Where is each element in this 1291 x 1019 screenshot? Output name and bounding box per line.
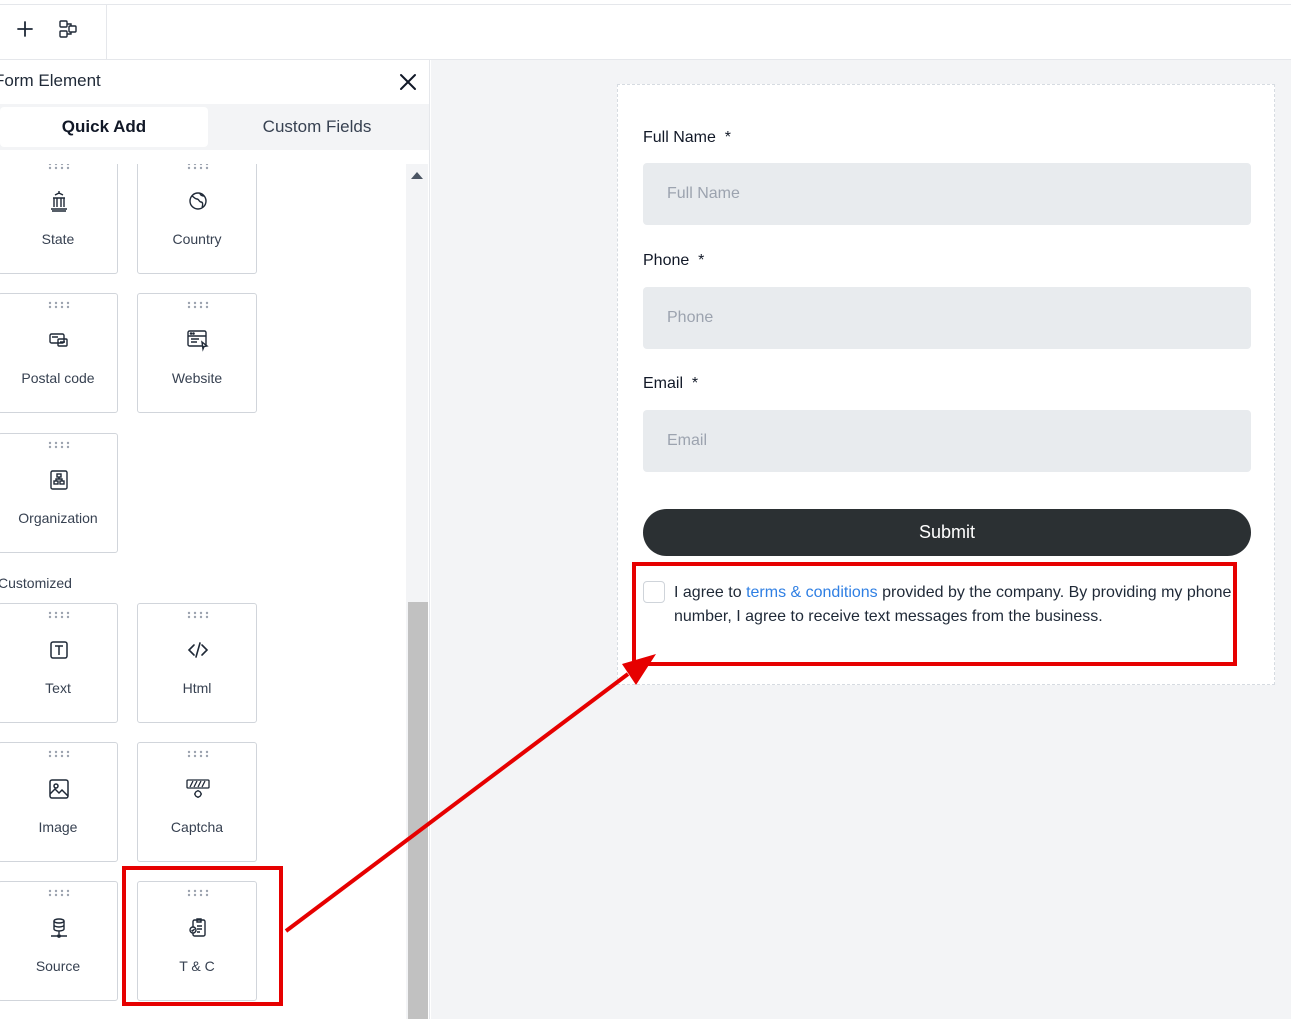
email-label: Email * bbox=[643, 375, 699, 392]
drag-grip-icon bbox=[48, 750, 70, 758]
terms-icon bbox=[189, 918, 206, 937]
required-mark: * bbox=[698, 252, 705, 269]
drag-grip-icon bbox=[187, 611, 209, 619]
element-card-label: Image bbox=[38, 819, 78, 835]
element-card-country[interactable]: Country bbox=[137, 164, 257, 274]
panel-title: Form Element bbox=[0, 71, 101, 90]
tab-quick-add[interactable]: Quick Add bbox=[0, 107, 208, 147]
element-card-terms[interactable]: T & C bbox=[137, 881, 257, 1001]
drag-grip-icon bbox=[48, 889, 70, 897]
globe-icon bbox=[189, 192, 207, 210]
layout-icon bbox=[59, 20, 77, 38]
drag-grip-icon bbox=[187, 889, 209, 897]
close-panel-button[interactable] bbox=[396, 70, 420, 94]
org-chart-icon bbox=[50, 470, 68, 490]
element-card-html[interactable]: Html bbox=[137, 603, 257, 723]
full-name-input[interactable] bbox=[643, 163, 1251, 225]
element-card-captcha[interactable]: Captcha bbox=[137, 742, 257, 862]
element-card-label: Website bbox=[171, 370, 223, 386]
element-card-label: Text bbox=[45, 680, 71, 696]
panel-tabs: Quick Add Custom Fields bbox=[0, 104, 429, 150]
bank-icon bbox=[51, 191, 67, 212]
element-card-label: Organization bbox=[18, 510, 98, 526]
plus-icon bbox=[17, 21, 33, 37]
scroll-thumb[interactable] bbox=[408, 602, 428, 1019]
element-card-label: Country bbox=[172, 231, 222, 247]
terms-link[interactable]: terms & conditions bbox=[746, 584, 878, 601]
toolbar-divider bbox=[106, 4, 107, 60]
drag-grip-icon bbox=[48, 441, 70, 449]
drag-grip-icon bbox=[187, 750, 209, 758]
section-label-customized: Customized bbox=[0, 575, 72, 591]
element-card-label: T & C bbox=[179, 958, 215, 974]
phone-label: Phone * bbox=[643, 252, 705, 269]
captcha-icon bbox=[186, 779, 210, 798]
element-list: State Country Postal code Website Organi… bbox=[0, 164, 406, 1019]
form-element-panel: Form Element Quick Add Custom Fields Sta… bbox=[0, 60, 430, 1019]
element-card-state[interactable]: State bbox=[0, 164, 118, 274]
text-box-icon bbox=[50, 641, 68, 659]
panel-scrollbar[interactable] bbox=[406, 164, 428, 1019]
drag-grip-icon bbox=[48, 611, 70, 619]
form-canvas: Full Name * Phone * Email * Submit I agr… bbox=[431, 60, 1291, 1019]
element-card-text[interactable]: Text bbox=[0, 603, 118, 723]
full-name-label: Full Name * bbox=[643, 129, 732, 146]
terms-text: I agree to terms & conditions provided b… bbox=[674, 584, 1232, 625]
terms-checkbox[interactable] bbox=[643, 581, 665, 603]
submit-button[interactable]: Submit bbox=[643, 509, 1251, 556]
element-card-source[interactable]: Source bbox=[0, 881, 118, 1001]
form-preview: Full Name * Phone * Email * Submit I agr… bbox=[617, 84, 1275, 685]
layout-button[interactable] bbox=[55, 16, 81, 42]
code-icon bbox=[187, 642, 209, 658]
required-mark: * bbox=[691, 375, 699, 392]
element-card-label: Source bbox=[35, 958, 81, 974]
phone-input[interactable] bbox=[643, 287, 1251, 349]
top-toolbar bbox=[0, 0, 1291, 60]
element-card-website[interactable]: Website bbox=[137, 293, 257, 413]
drag-grip-icon bbox=[48, 164, 70, 170]
drag-grip-icon bbox=[187, 301, 209, 309]
browser-icon bbox=[187, 330, 209, 352]
database-icon bbox=[51, 918, 67, 938]
element-card-label: Postal code bbox=[21, 370, 95, 386]
drag-grip-icon bbox=[48, 301, 70, 309]
tab-custom-fields[interactable]: Custom Fields bbox=[208, 107, 426, 147]
element-card-label: State bbox=[41, 231, 75, 247]
element-card-label: Captcha bbox=[170, 819, 224, 835]
required-mark: * bbox=[724, 129, 732, 146]
scroll-up-arrow[interactable] bbox=[411, 172, 423, 179]
element-card-postal-code[interactable]: Postal code bbox=[0, 293, 118, 413]
email-input[interactable] bbox=[643, 410, 1251, 472]
element-card-image[interactable]: Image bbox=[0, 742, 118, 862]
drag-grip-icon bbox=[187, 164, 209, 170]
element-card-label: Html bbox=[182, 680, 212, 696]
image-icon bbox=[49, 779, 69, 799]
add-element-button[interactable] bbox=[12, 16, 38, 42]
element-card-organization[interactable]: Organization bbox=[0, 433, 118, 553]
mailbox-icon bbox=[49, 333, 68, 347]
close-icon bbox=[400, 74, 416, 90]
